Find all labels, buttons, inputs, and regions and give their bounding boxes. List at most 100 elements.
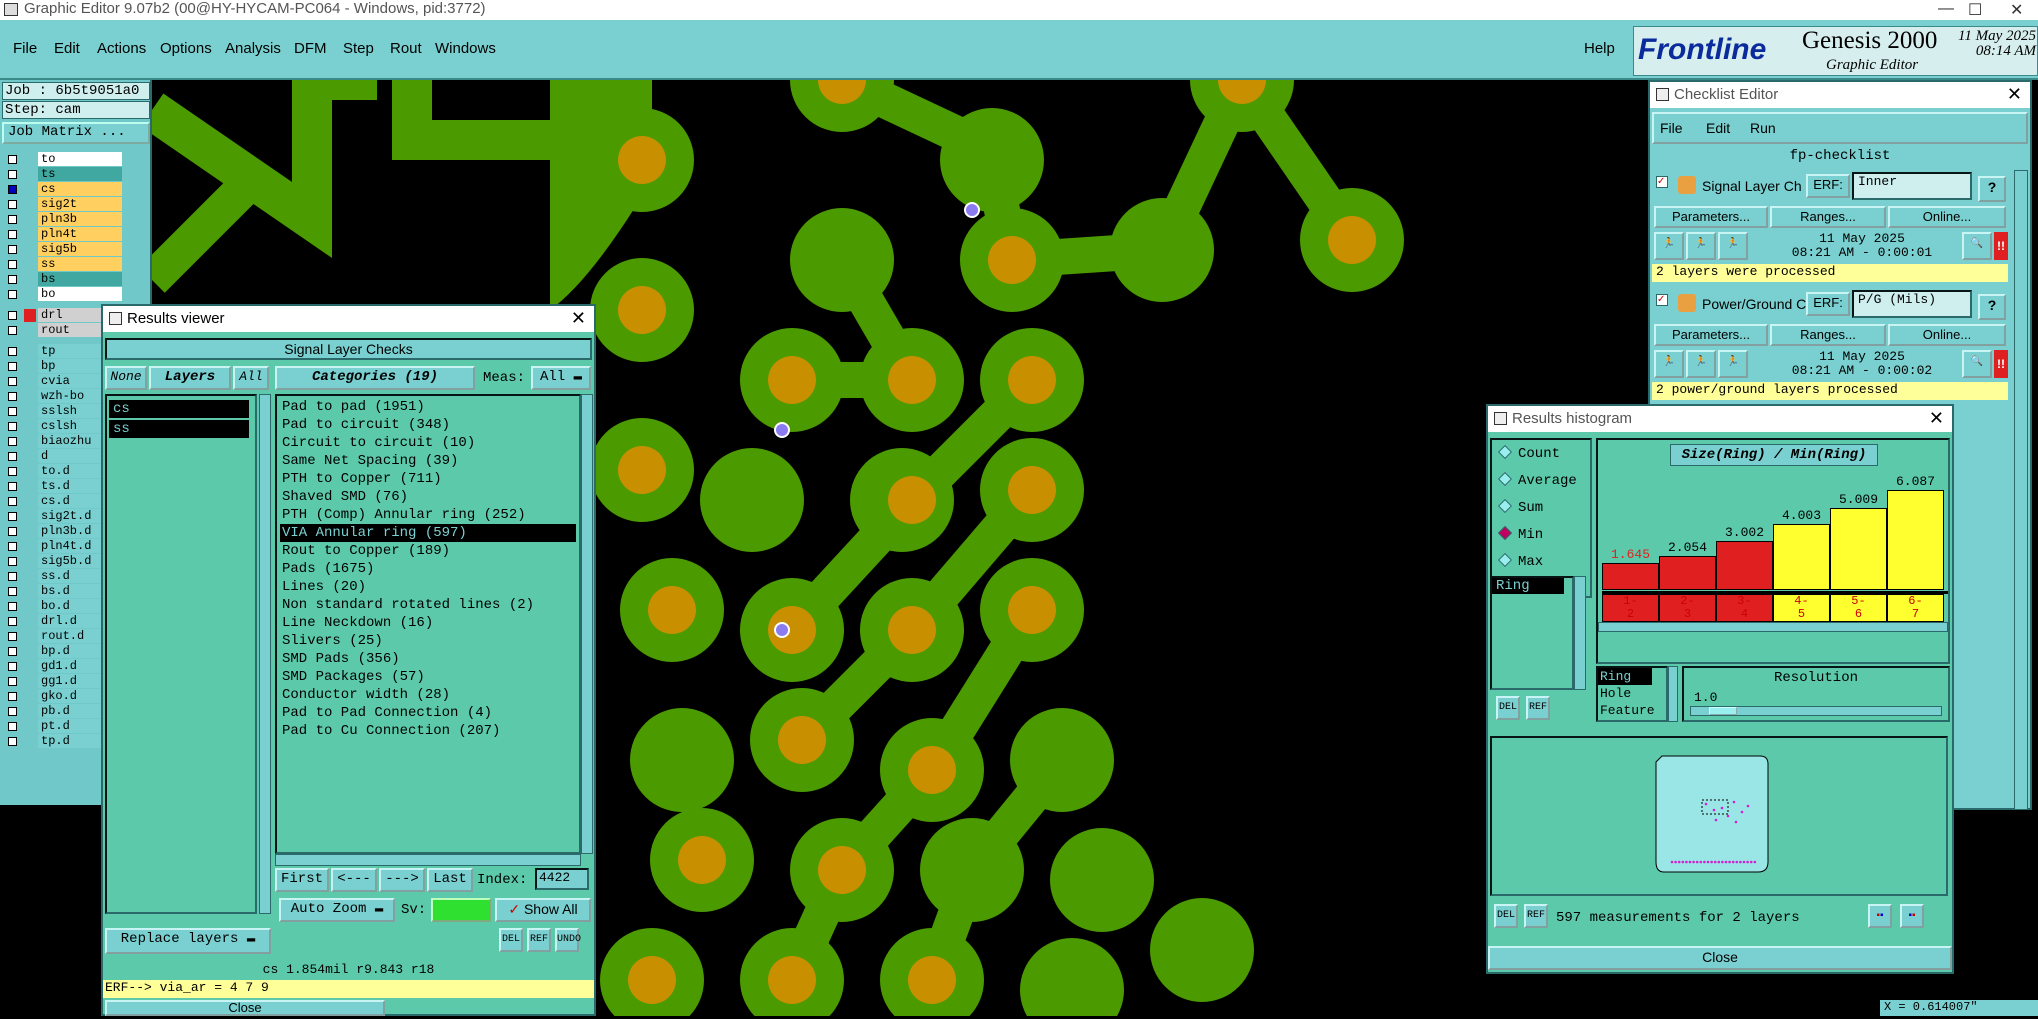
layer-checkbox[interactable] — [8, 527, 17, 536]
layer-checkbox[interactable] — [8, 347, 17, 356]
meas-dropdown[interactable]: All ▬ — [531, 366, 591, 390]
menu-edit[interactable]: Edit — [54, 40, 80, 57]
layer-result-list[interactable]: cs ss — [105, 394, 257, 914]
category-item[interactable]: Pad to Pad Connection (4) — [280, 704, 576, 722]
layer-row[interactable]: pln3b — [2, 212, 122, 227]
layers-button[interactable]: Layers — [149, 366, 231, 390]
category-item[interactable]: Slivers (25) — [280, 632, 576, 650]
zoom-icon[interactable]: 🔍 — [1962, 350, 1992, 378]
ref-button[interactable]: REF — [527, 928, 551, 952]
histogram-bar[interactable] — [1602, 563, 1659, 590]
histogram-bar[interactable] — [1773, 524, 1830, 590]
layer-checkbox[interactable] — [8, 230, 17, 239]
layer-checkbox[interactable] — [8, 392, 17, 401]
layer-checkbox[interactable] — [8, 512, 17, 521]
layer-checkbox[interactable] — [8, 482, 17, 491]
layer-checkbox[interactable] — [8, 326, 17, 335]
results-close-button[interactable]: Close — [105, 1000, 385, 1016]
type-list[interactable]: Ring Hole Feature — [1596, 666, 1668, 722]
mode-radio[interactable]: Max — [1497, 552, 1543, 570]
menu-options[interactable]: Options — [160, 40, 212, 57]
mode-radio[interactable]: Sum — [1497, 498, 1543, 516]
histogram-close-button[interactable]: Close — [1488, 946, 1952, 970]
erf-value[interactable]: Inner — [1852, 172, 1972, 200]
menu-actions[interactable]: Actions — [97, 40, 146, 57]
category-item[interactable]: Circuit to circuit (10) — [280, 434, 576, 452]
category-item[interactable]: Lines (20) — [280, 578, 576, 596]
category-list[interactable]: Pad to pad (1951) Pad to circuit (348) Cir… — [275, 394, 581, 854]
export-icon[interactable]: ▪▪ — [1868, 904, 1892, 928]
layer-row[interactable]: sig2t — [2, 197, 122, 212]
layer-row[interactable]: sig5b — [2, 242, 122, 257]
layer-checkbox[interactable] — [8, 215, 17, 224]
layer-checkbox[interactable] — [8, 497, 17, 506]
menu-file[interactable]: File — [13, 40, 37, 57]
menu-rout[interactable]: Rout — [390, 40, 422, 57]
resolution-slider[interactable] — [1690, 706, 1942, 716]
run-icon[interactable]: 🏃 — [1718, 350, 1748, 378]
layer-checkbox[interactable] — [8, 557, 17, 566]
check-name[interactable]: Signal Layer Ch — [1702, 178, 1806, 194]
category-item[interactable]: Non standard rotated lines (2) — [280, 596, 576, 614]
category-list-scrollbar[interactable] — [581, 394, 593, 854]
checklist-scrollbar[interactable] — [2014, 170, 2028, 810]
histogram-del2-button[interactable]: DEL — [1494, 904, 1518, 928]
layer-checkbox[interactable] — [8, 245, 17, 254]
histogram-del-button[interactable]: DEL — [1496, 696, 1520, 720]
histogram-bar[interactable] — [1887, 490, 1944, 590]
category-item[interactable]: PTH to Copper (711) — [280, 470, 576, 488]
menu-windows[interactable]: Windows — [435, 40, 496, 57]
online-button[interactable]: Online... — [1888, 324, 2006, 346]
replace-layers-dropdown[interactable]: Replace layers ▬ — [105, 928, 271, 954]
categories-button[interactable]: Categories (19) — [275, 366, 475, 390]
histogram-bar[interactable] — [1716, 541, 1773, 590]
category-item[interactable]: Pad to circuit (348) — [280, 416, 576, 434]
layer-checkbox[interactable] — [8, 290, 17, 299]
layer-row[interactable]: cs — [2, 182, 122, 197]
layer-checkbox[interactable] — [8, 632, 17, 641]
run-icon[interactable]: 🏃 — [1686, 232, 1716, 260]
layer-checkbox[interactable] — [8, 377, 17, 386]
layer-checkbox[interactable] — [8, 677, 17, 686]
layer-row[interactable]: ts — [2, 167, 122, 182]
layer-checkbox[interactable] — [8, 722, 17, 731]
category-item[interactable]: Line Neckdown (16) — [280, 614, 576, 632]
histogram-bar[interactable] — [1830, 508, 1887, 590]
warning-indicator[interactable]: !! — [1994, 232, 2008, 260]
category-item[interactable]: Pad to Cu Connection (207) — [280, 722, 576, 740]
histogram-bar[interactable] — [1659, 556, 1716, 590]
category-item[interactable]: Pad to pad (1951) — [280, 398, 576, 416]
online-button[interactable]: Online... — [1888, 206, 2006, 228]
layer-checkbox[interactable] — [8, 437, 17, 446]
layer-row[interactable]: pln4t — [2, 227, 122, 242]
type-item[interactable]: Feature — [1598, 702, 1666, 719]
index-field[interactable]: 4422 — [535, 868, 589, 890]
measure-scrollbar[interactable] — [1574, 576, 1586, 690]
histogram-ref2-button[interactable]: REF — [1524, 904, 1548, 928]
layer-checkbox[interactable] — [8, 185, 17, 194]
erf-value[interactable]: P/G (Mils) — [1852, 290, 1972, 318]
zoom-icon[interactable]: 🔍 — [1962, 232, 1992, 260]
category-item[interactable]: SMD Pads (356) — [280, 650, 576, 668]
run-icon[interactable]: 🏃 — [1654, 232, 1684, 260]
histogram-ref-button[interactable]: REF — [1526, 696, 1550, 720]
layer-checkbox[interactable] — [8, 155, 17, 164]
window-tile-icon[interactable]: ▪▪ — [1900, 904, 1924, 928]
layer-checkbox[interactable] — [8, 260, 17, 269]
layer-row[interactable]: bs — [2, 272, 122, 287]
checklist-menu-run[interactable]: Run — [1750, 120, 1776, 136]
layer-checkbox[interactable] — [8, 170, 17, 179]
layer-checkbox[interactable] — [8, 602, 17, 611]
layer-checkbox[interactable] — [8, 200, 17, 209]
close-icon[interactable]: ✕ — [1929, 408, 1944, 429]
sv-color-dropdown[interactable] — [431, 898, 491, 922]
layer-list-scrollbar[interactable] — [259, 394, 271, 914]
result-layer-item[interactable]: cs — [109, 400, 249, 418]
help-button[interactable]: ? — [1978, 176, 2006, 202]
layer-checkbox[interactable] — [8, 572, 17, 581]
menu-analysis[interactable]: Analysis — [225, 40, 281, 57]
all-button[interactable]: All — [233, 366, 269, 390]
run-icon[interactable]: 🏃 — [1654, 350, 1684, 378]
category-item[interactable]: Shaved SMD (76) — [280, 488, 576, 506]
measure-item[interactable]: Ring — [1492, 578, 1564, 594]
